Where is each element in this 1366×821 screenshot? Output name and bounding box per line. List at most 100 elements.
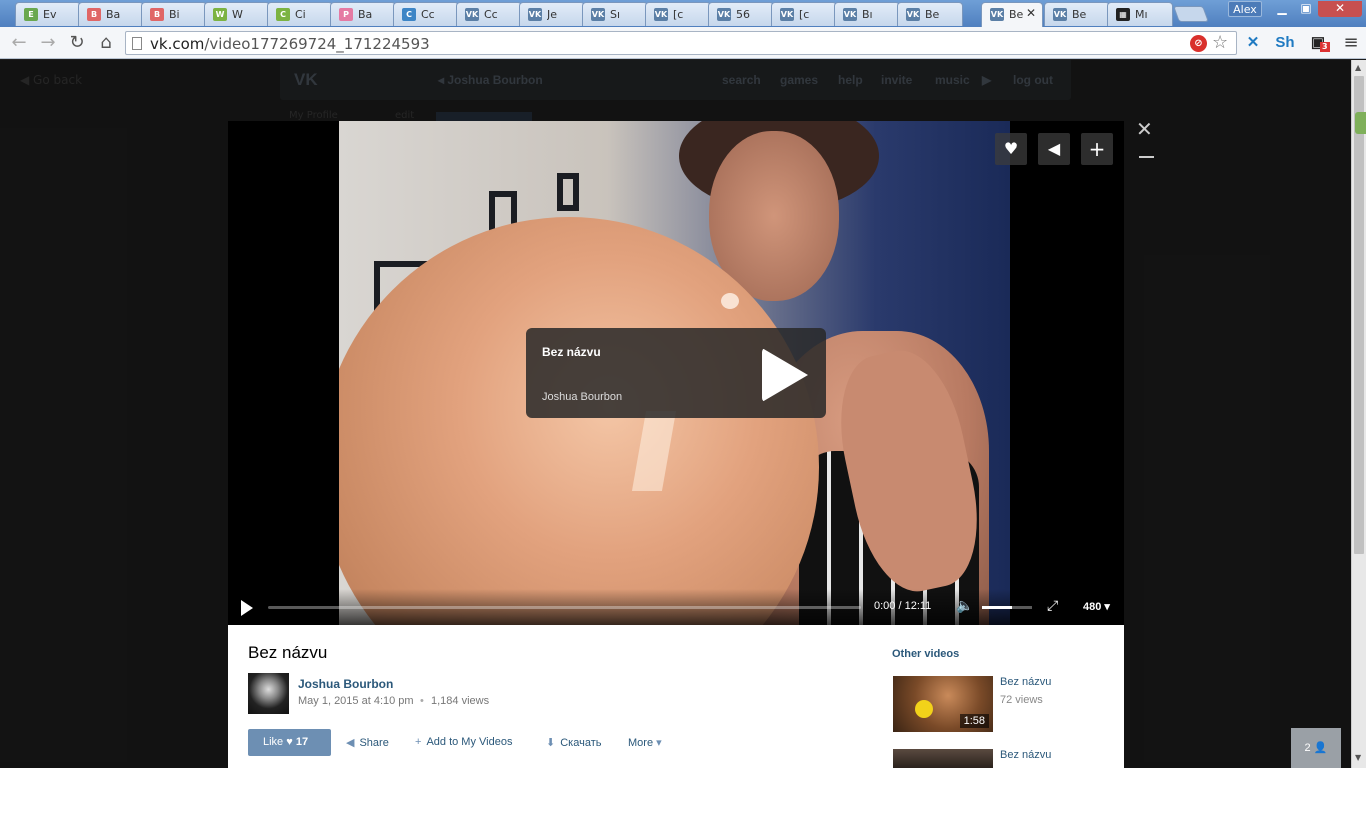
tab-favicon-icon: VK <box>717 8 731 21</box>
fullscreen-icon[interactable]: ⤢ <box>1047 598 1058 614</box>
browser-tab[interactable]: E Ev <box>15 2 81 26</box>
new-tab-button[interactable] <box>1173 6 1209 22</box>
tab-favicon-icon: VK <box>528 8 542 21</box>
online-people-button[interactable]: 2 👤 <box>1291 728 1341 768</box>
avatar[interactable] <box>248 673 289 714</box>
browser-tab[interactable]: VK Sı <box>582 2 648 26</box>
browser-tab[interactable]: B Bi <box>141 2 207 26</box>
view-count: 1,184 views <box>431 695 490 707</box>
video-duration: 1:58 <box>959 714 989 728</box>
minimize-icon[interactable]: ▁ <box>1270 1 1294 17</box>
browser-tab[interactable]: VK [c <box>645 2 711 26</box>
scrollbar[interactable]: ▲ ▼ <box>1351 60 1366 768</box>
author-link[interactable]: Joshua Bourbon <box>298 677 393 691</box>
tab-favicon-icon: VK <box>843 8 857 21</box>
browser-tab[interactable]: VK Be <box>897 2 963 26</box>
volume-slider[interactable] <box>982 606 1032 609</box>
big-play-icon[interactable] <box>762 348 808 402</box>
adblock-icon[interactable]: ⊘ <box>1190 35 1207 52</box>
browser-tab[interactable]: WW <box>204 2 270 26</box>
tab-favicon-icon: E <box>24 8 38 21</box>
plus-icon: + <box>415 736 422 748</box>
tab-label: Sı <box>610 8 621 21</box>
menu-icon[interactable]: ≡ <box>1340 32 1362 54</box>
browser-tab[interactable]: P Ba <box>330 2 396 26</box>
other-video-thumb[interactable] <box>893 749 993 768</box>
url-text: vk.com/video177269724_171224593 <box>150 35 430 53</box>
overlay-title[interactable]: Bez názvu <box>542 345 601 359</box>
browser-tab[interactable]: VK [c <box>771 2 837 26</box>
tab-label: Ba <box>358 8 373 21</box>
close-tab-icon[interactable]: ✕ <box>1026 6 1036 20</box>
player-controls: 0:00 / 12:11 🔈 ⤢ 480 ▾ <box>228 589 1124 625</box>
extension-badge-icon[interactable]: ▣ 3 <box>1307 32 1330 54</box>
tab-favicon-icon: C <box>402 8 416 21</box>
like-label: Like <box>263 736 284 748</box>
share-button[interactable]: ◀ Share <box>346 736 389 749</box>
browser-tab[interactable]: VK Be <box>1044 2 1110 26</box>
seek-bar[interactable] <box>268 606 861 609</box>
share-label: Share <box>359 737 389 749</box>
thumb-balloon <box>915 700 933 718</box>
close-window-icon[interactable]: ✕ <box>1318 1 1362 17</box>
minimize-video-icon[interactable] <box>1139 156 1154 158</box>
other-videos-heading: Other videos <box>892 648 960 660</box>
player-info-overlay[interactable]: Bez názvu Joshua Bourbon <box>526 328 826 418</box>
volume-fill <box>982 606 1012 609</box>
other-video-title[interactable]: Bez názvu <box>1000 749 1051 761</box>
other-video-thumb[interactable]: 1:58 <box>893 676 993 732</box>
people-count: 2 <box>1304 742 1311 754</box>
volume-icon[interactable]: 🔈 <box>956 598 973 614</box>
like-heart-icon[interactable]: ♥ <box>995 133 1027 165</box>
like-count: 17 <box>295 736 309 748</box>
video-date: May 1, 2015 at 4:10 pm <box>298 695 414 707</box>
scroll-thumb[interactable] <box>1354 76 1364 554</box>
person-icon: 👤 <box>1313 742 1328 754</box>
tab-label: Be <box>1072 8 1087 21</box>
browser-tab[interactable]: ▦ Mı <box>1107 2 1173 26</box>
address-bar[interactable]: vk.com/video177269724_171224593 ⊘ ☆ <box>125 31 1237 55</box>
profile-badge[interactable]: Alex <box>1228 1 1262 17</box>
add-to-videos-button[interactable]: + Add to My Videos <box>415 736 512 748</box>
forward-arrow-icon[interactable]: → <box>37 32 59 54</box>
browser-tab[interactable]: C Cc <box>393 2 459 26</box>
browser-tab[interactable]: VK Be ✕ <box>981 2 1043 27</box>
browser-tab[interactable]: VK 56 <box>708 2 774 26</box>
video-player[interactable]: ♥ ◀ + Bez názvu Joshua Bourbon 0:00 / 12… <box>228 121 1124 625</box>
scroll-up-icon[interactable]: ▲ <box>1355 63 1361 72</box>
url-host: vk.com <box>150 35 205 53</box>
overlay-author[interactable]: Joshua Bourbon <box>542 391 622 403</box>
download-button[interactable]: ⬇ Скачать <box>546 736 601 749</box>
bookmark-star-icon[interactable]: ☆ <box>1212 32 1228 53</box>
add-plus-icon[interactable]: + <box>1081 133 1113 165</box>
video-title: Bez názvu <box>248 643 328 662</box>
sh-extension-icon[interactable]: Sh <box>1273 32 1297 54</box>
browser-tab[interactable]: C Ci <box>267 2 333 26</box>
play-icon[interactable] <box>241 600 253 616</box>
wall-decor <box>557 173 579 211</box>
browser-tab[interactable]: VK Je <box>519 2 585 26</box>
tab-label: Ci <box>295 8 306 21</box>
close-video-icon[interactable]: ✕ <box>1136 117 1153 141</box>
tab-favicon-icon: VK <box>591 8 605 21</box>
extension-icon[interactable]: ✕ <box>1243 32 1263 54</box>
quality-select[interactable]: 480 ▾ <box>1083 600 1110 613</box>
side-extension-tab[interactable] <box>1355 112 1366 134</box>
browser-tab[interactable]: VK Bı <box>834 2 900 26</box>
back-arrow-icon[interactable]: ← <box>8 32 30 54</box>
more-dropdown[interactable]: More ▾ <box>628 736 662 749</box>
maximize-icon[interactable]: ▣ <box>1294 1 1318 17</box>
tab-favicon-icon: VK <box>906 8 920 21</box>
tab-label: [c <box>799 8 810 21</box>
tab-favicon-icon: W <box>213 8 227 21</box>
like-button[interactable]: Like ♥ 17 <box>248 729 331 756</box>
tab-favicon-icon: VK <box>465 8 479 21</box>
other-video-title[interactable]: Bez názvu <box>1000 676 1051 688</box>
scroll-down-icon[interactable]: ▼ <box>1355 753 1361 762</box>
browser-tab[interactable]: B Ba <box>78 2 144 26</box>
share-megaphone-icon[interactable]: ◀ <box>1038 133 1070 165</box>
home-icon[interactable]: ⌂ <box>95 32 117 54</box>
tab-label: Bi <box>169 8 180 21</box>
browser-tab[interactable]: VK Cc <box>456 2 522 26</box>
reload-icon[interactable]: ↻ <box>66 32 88 54</box>
